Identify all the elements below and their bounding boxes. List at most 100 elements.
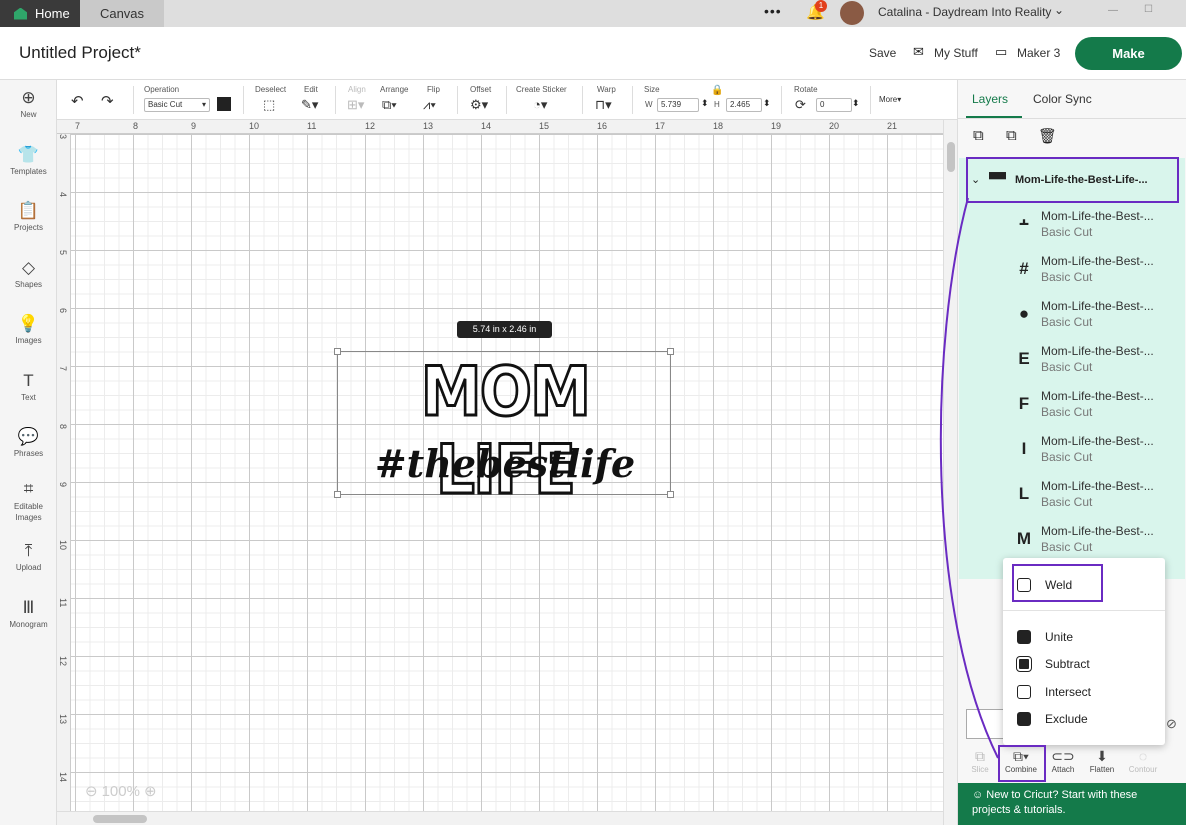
width-stepper[interactable]: ⬍ xyxy=(701,98,709,109)
my-stuff-button[interactable]: My Stuff xyxy=(934,46,978,60)
ruler-tick: 14 xyxy=(481,121,492,131)
operation-select[interactable]: Basic Cut ▾ xyxy=(144,98,210,112)
more-button[interactable]: More▾ xyxy=(879,95,901,104)
warp-icon[interactable]: ⊓▾ xyxy=(595,97,612,113)
divider xyxy=(506,86,507,114)
offset-icon[interactable]: ⚙▾ xyxy=(470,97,488,113)
attach-button[interactable]: ⊂⊃ Attach xyxy=(1043,747,1083,774)
user-name[interactable]: Catalina - Daydream Into Reality xyxy=(878,5,1051,19)
layer-name: Mom-Life-the-Best-... xyxy=(1041,254,1154,268)
align-icon[interactable]: ⊞▾ xyxy=(347,97,364,113)
sidebar-item-upload[interactable]: ⤒ Upload xyxy=(0,541,57,572)
avatar[interactable] xyxy=(840,1,864,25)
title-bar: Home Canvas ••• 🔔 1 Catalina - Daydream … xyxy=(0,0,1186,27)
ruler-tick: 5 xyxy=(58,250,68,256)
tab-canvas[interactable]: Canvas xyxy=(80,0,164,27)
align-label: Align xyxy=(348,85,366,94)
resize-handle[interactable] xyxy=(334,491,341,498)
layer-row[interactable]: I Mom-Life-the-Best-... Basic Cut xyxy=(959,429,1185,474)
sidebar-item-phrases[interactable]: 💬 Phrases xyxy=(0,427,57,458)
ruler-tick: 12 xyxy=(58,656,68,667)
scroll-thumb[interactable] xyxy=(93,815,147,823)
more-label: More xyxy=(879,95,898,104)
zoom-out-icon[interactable]: ⊖ xyxy=(85,782,98,800)
menu-item-subtract[interactable]: Subtract xyxy=(1016,656,1090,672)
blank-canvas-swatch[interactable] xyxy=(966,709,1006,739)
subtract-label: Subtract xyxy=(1045,657,1090,671)
group-icon[interactable]: ⧉ xyxy=(973,127,984,144)
layer-row[interactable]: ● Mom-Life-the-Best-... Basic Cut xyxy=(959,294,1185,339)
lock-icon[interactable]: 🔒 xyxy=(711,85,723,96)
trash-icon[interactable]: 🗑 xyxy=(1038,127,1057,145)
chat-icon: 💬 xyxy=(17,427,40,446)
resize-handle[interactable] xyxy=(667,348,674,355)
undo-icon[interactable]: ↶ xyxy=(71,92,84,110)
sidebar-item-editable-images[interactable]: ⌗ Editable Images xyxy=(0,479,57,523)
tab-home[interactable]: Home xyxy=(0,0,80,27)
rotate-input[interactable]: 0 xyxy=(816,98,852,112)
minimize-icon[interactable]: — xyxy=(1108,5,1118,16)
promo-banner[interactable]: ☺ New to Cricut? Start with these projec… xyxy=(958,783,1186,825)
height-stepper[interactable]: ⬍ xyxy=(763,98,771,109)
subtract-icon xyxy=(1016,656,1032,672)
height-input[interactable]: 2.465 xyxy=(726,98,762,112)
more-menu-button[interactable]: ••• xyxy=(764,3,782,19)
layer-row[interactable]: F Mom-Life-the-Best-... Basic Cut xyxy=(959,384,1185,429)
edit-pencil-icon[interactable]: ✎▾ xyxy=(301,97,318,113)
divider xyxy=(133,86,134,114)
layer-row[interactable]: L Mom-Life-the-Best-... Basic Cut xyxy=(959,474,1185,519)
slice-button[interactable]: ⧉ Slice xyxy=(960,747,1000,774)
size-tooltip: 5.74 in x 2.46 in xyxy=(457,321,552,338)
rotate-stepper[interactable]: ⬍ xyxy=(852,98,860,109)
sidebar-item-text[interactable]: T Text xyxy=(0,371,57,402)
zoom-in-icon[interactable]: ⊕ xyxy=(144,782,157,800)
slice-icon: ⧉ xyxy=(975,748,985,764)
sidebar-item-shapes[interactable]: ◇ Shapes xyxy=(0,258,57,289)
make-button[interactable]: Make xyxy=(1075,37,1182,70)
selection-box[interactable]: MOM LIFE #thebestlife xyxy=(334,348,674,511)
sidebar-item-images[interactable]: 💡 Images xyxy=(0,314,57,345)
sidebar-item-templates[interactable]: 👕 Templates xyxy=(0,145,57,176)
tab-color-sync[interactable]: Color Sync xyxy=(1033,92,1092,106)
horizontal-scrollbar[interactable] xyxy=(57,811,943,825)
flatten-button[interactable]: ⬇ Flatten xyxy=(1082,747,1122,774)
ruler-tick: 14 xyxy=(58,772,68,783)
scroll-thumb[interactable] xyxy=(947,142,955,172)
layer-thumbnail-icon: I xyxy=(1021,439,1027,458)
contour-button[interactable]: ◌ Contour xyxy=(1123,747,1163,774)
layer-row[interactable]: E Mom-Life-the-Best-... Basic Cut xyxy=(959,339,1185,384)
header: Untitled Project* Save ✉ My Stuff ▭ Make… xyxy=(0,27,1186,80)
redo-icon[interactable]: ↷ xyxy=(101,92,114,110)
menu-item-intersect[interactable]: Intersect xyxy=(1017,685,1091,699)
tab-layers[interactable]: Layers xyxy=(972,92,1008,106)
save-button[interactable]: Save xyxy=(869,46,896,60)
layer-row[interactable]: ﬩ Mom-Life-the-Best-... Basic Cut xyxy=(959,204,1185,249)
vertical-scrollbar[interactable] xyxy=(943,120,957,825)
menu-item-unite[interactable]: Unite xyxy=(1017,630,1073,644)
tab-home-label: Home xyxy=(35,6,70,21)
deselect-icon[interactable]: ⬚ xyxy=(263,97,275,113)
design-canvas[interactable]: 5.74 in x 2.46 in MOM LIFE #thebestlife … xyxy=(57,120,957,825)
resize-handle[interactable] xyxy=(667,491,674,498)
arrange-icon[interactable]: ⧉▾ xyxy=(382,97,397,113)
color-swatch[interactable] xyxy=(217,97,231,111)
menu-item-exclude[interactable]: Exclude xyxy=(1017,712,1088,726)
eye-hidden-icon[interactable]: ⊘ xyxy=(1166,716,1177,732)
chevron-down-icon[interactable]: ⌄ xyxy=(1054,3,1064,17)
duplicate-icon[interactable]: ⧉ xyxy=(1006,127,1017,144)
project-title[interactable]: Untitled Project* xyxy=(19,43,141,63)
flip-icon[interactable]: ⩘▾ xyxy=(423,97,436,113)
sidebar-item-projects[interactable]: 📋 Projects xyxy=(0,201,57,232)
ruler-tick: 4 xyxy=(58,192,68,198)
sticker-icon[interactable]: ◔▾ xyxy=(533,97,547,113)
width-input[interactable]: 5.739 xyxy=(657,98,699,112)
sidebar-item-new[interactable]: ⊕ New xyxy=(0,88,57,119)
machine-selector[interactable]: Maker 3 xyxy=(1017,46,1060,60)
layer-operation: Basic Cut xyxy=(1041,270,1093,284)
resize-handle[interactable] xyxy=(334,348,341,355)
maximize-icon[interactable]: ☐ xyxy=(1144,4,1153,15)
layer-operation: Basic Cut xyxy=(1041,405,1093,419)
layer-row[interactable]: # Mom-Life-the-Best-... Basic Cut xyxy=(959,249,1185,294)
highlight-group xyxy=(966,157,1179,203)
sidebar-item-monogram[interactable]: Ⅲ Monogram xyxy=(0,598,57,629)
